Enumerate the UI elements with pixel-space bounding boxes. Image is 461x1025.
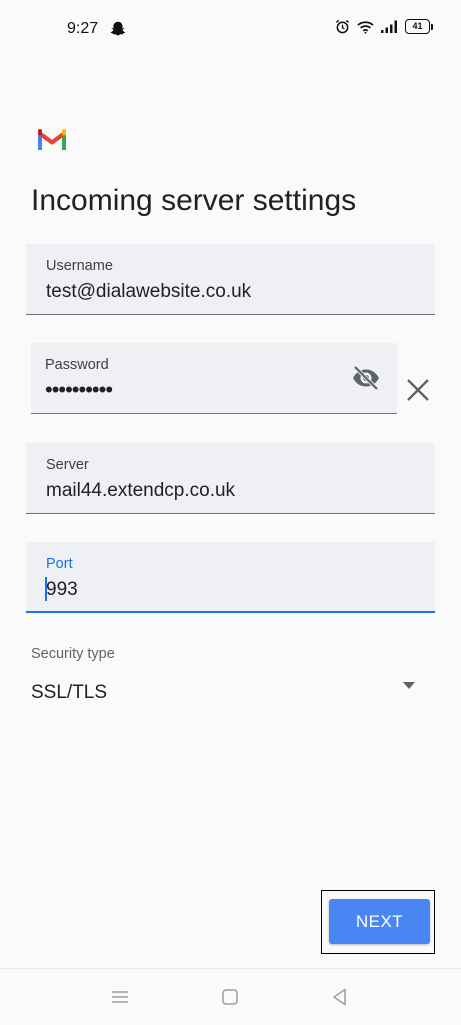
status-icons: 41 xyxy=(335,19,433,34)
navigation-bar xyxy=(0,968,461,1025)
security-type-dropdown[interactable]: SSL/TLS xyxy=(26,670,435,716)
alarm-icon xyxy=(335,19,350,34)
password-value[interactable]: •••••••••• xyxy=(45,377,113,403)
port-label: Port xyxy=(46,556,73,572)
home-icon[interactable] xyxy=(219,986,241,1008)
next-button[interactable]: NEXT xyxy=(329,899,430,944)
username-label: Username xyxy=(46,258,113,274)
password-field[interactable]: Password •••••••••• xyxy=(31,343,397,414)
visibility-off-icon[interactable] xyxy=(351,365,381,391)
battery-icon: 41 xyxy=(405,19,433,34)
snapchat-ghost-icon xyxy=(110,21,126,36)
dropdown-arrow-icon xyxy=(403,682,415,689)
username-value[interactable]: test@dialawebsite.co.uk xyxy=(46,281,251,303)
port-field[interactable]: Port 993 xyxy=(26,542,435,613)
text-cursor xyxy=(45,577,47,601)
server-value[interactable]: mail44.extendcp.co.uk xyxy=(46,480,235,502)
battery-level: 41 xyxy=(405,19,430,34)
close-icon[interactable] xyxy=(405,377,431,403)
port-value[interactable]: 993 xyxy=(46,579,78,601)
back-icon[interactable] xyxy=(329,986,351,1008)
status-bar: 9:27 41 xyxy=(0,0,461,58)
gmail-logo xyxy=(38,129,66,150)
server-field[interactable]: Server mail44.extendcp.co.uk xyxy=(26,443,435,514)
menu-icon[interactable] xyxy=(109,986,131,1008)
server-label: Server xyxy=(46,457,89,473)
signal-icon xyxy=(381,20,397,33)
security-type-label: Security type xyxy=(31,646,115,662)
username-field[interactable]: Username test@dialawebsite.co.uk xyxy=(26,244,435,315)
wifi-icon xyxy=(357,20,374,34)
password-label: Password xyxy=(45,357,109,373)
security-type-value: SSL/TLS xyxy=(31,682,108,703)
page-title: Incoming server settings xyxy=(31,184,357,217)
next-button-highlight: NEXT xyxy=(321,890,435,954)
status-time: 9:27 xyxy=(67,20,99,37)
